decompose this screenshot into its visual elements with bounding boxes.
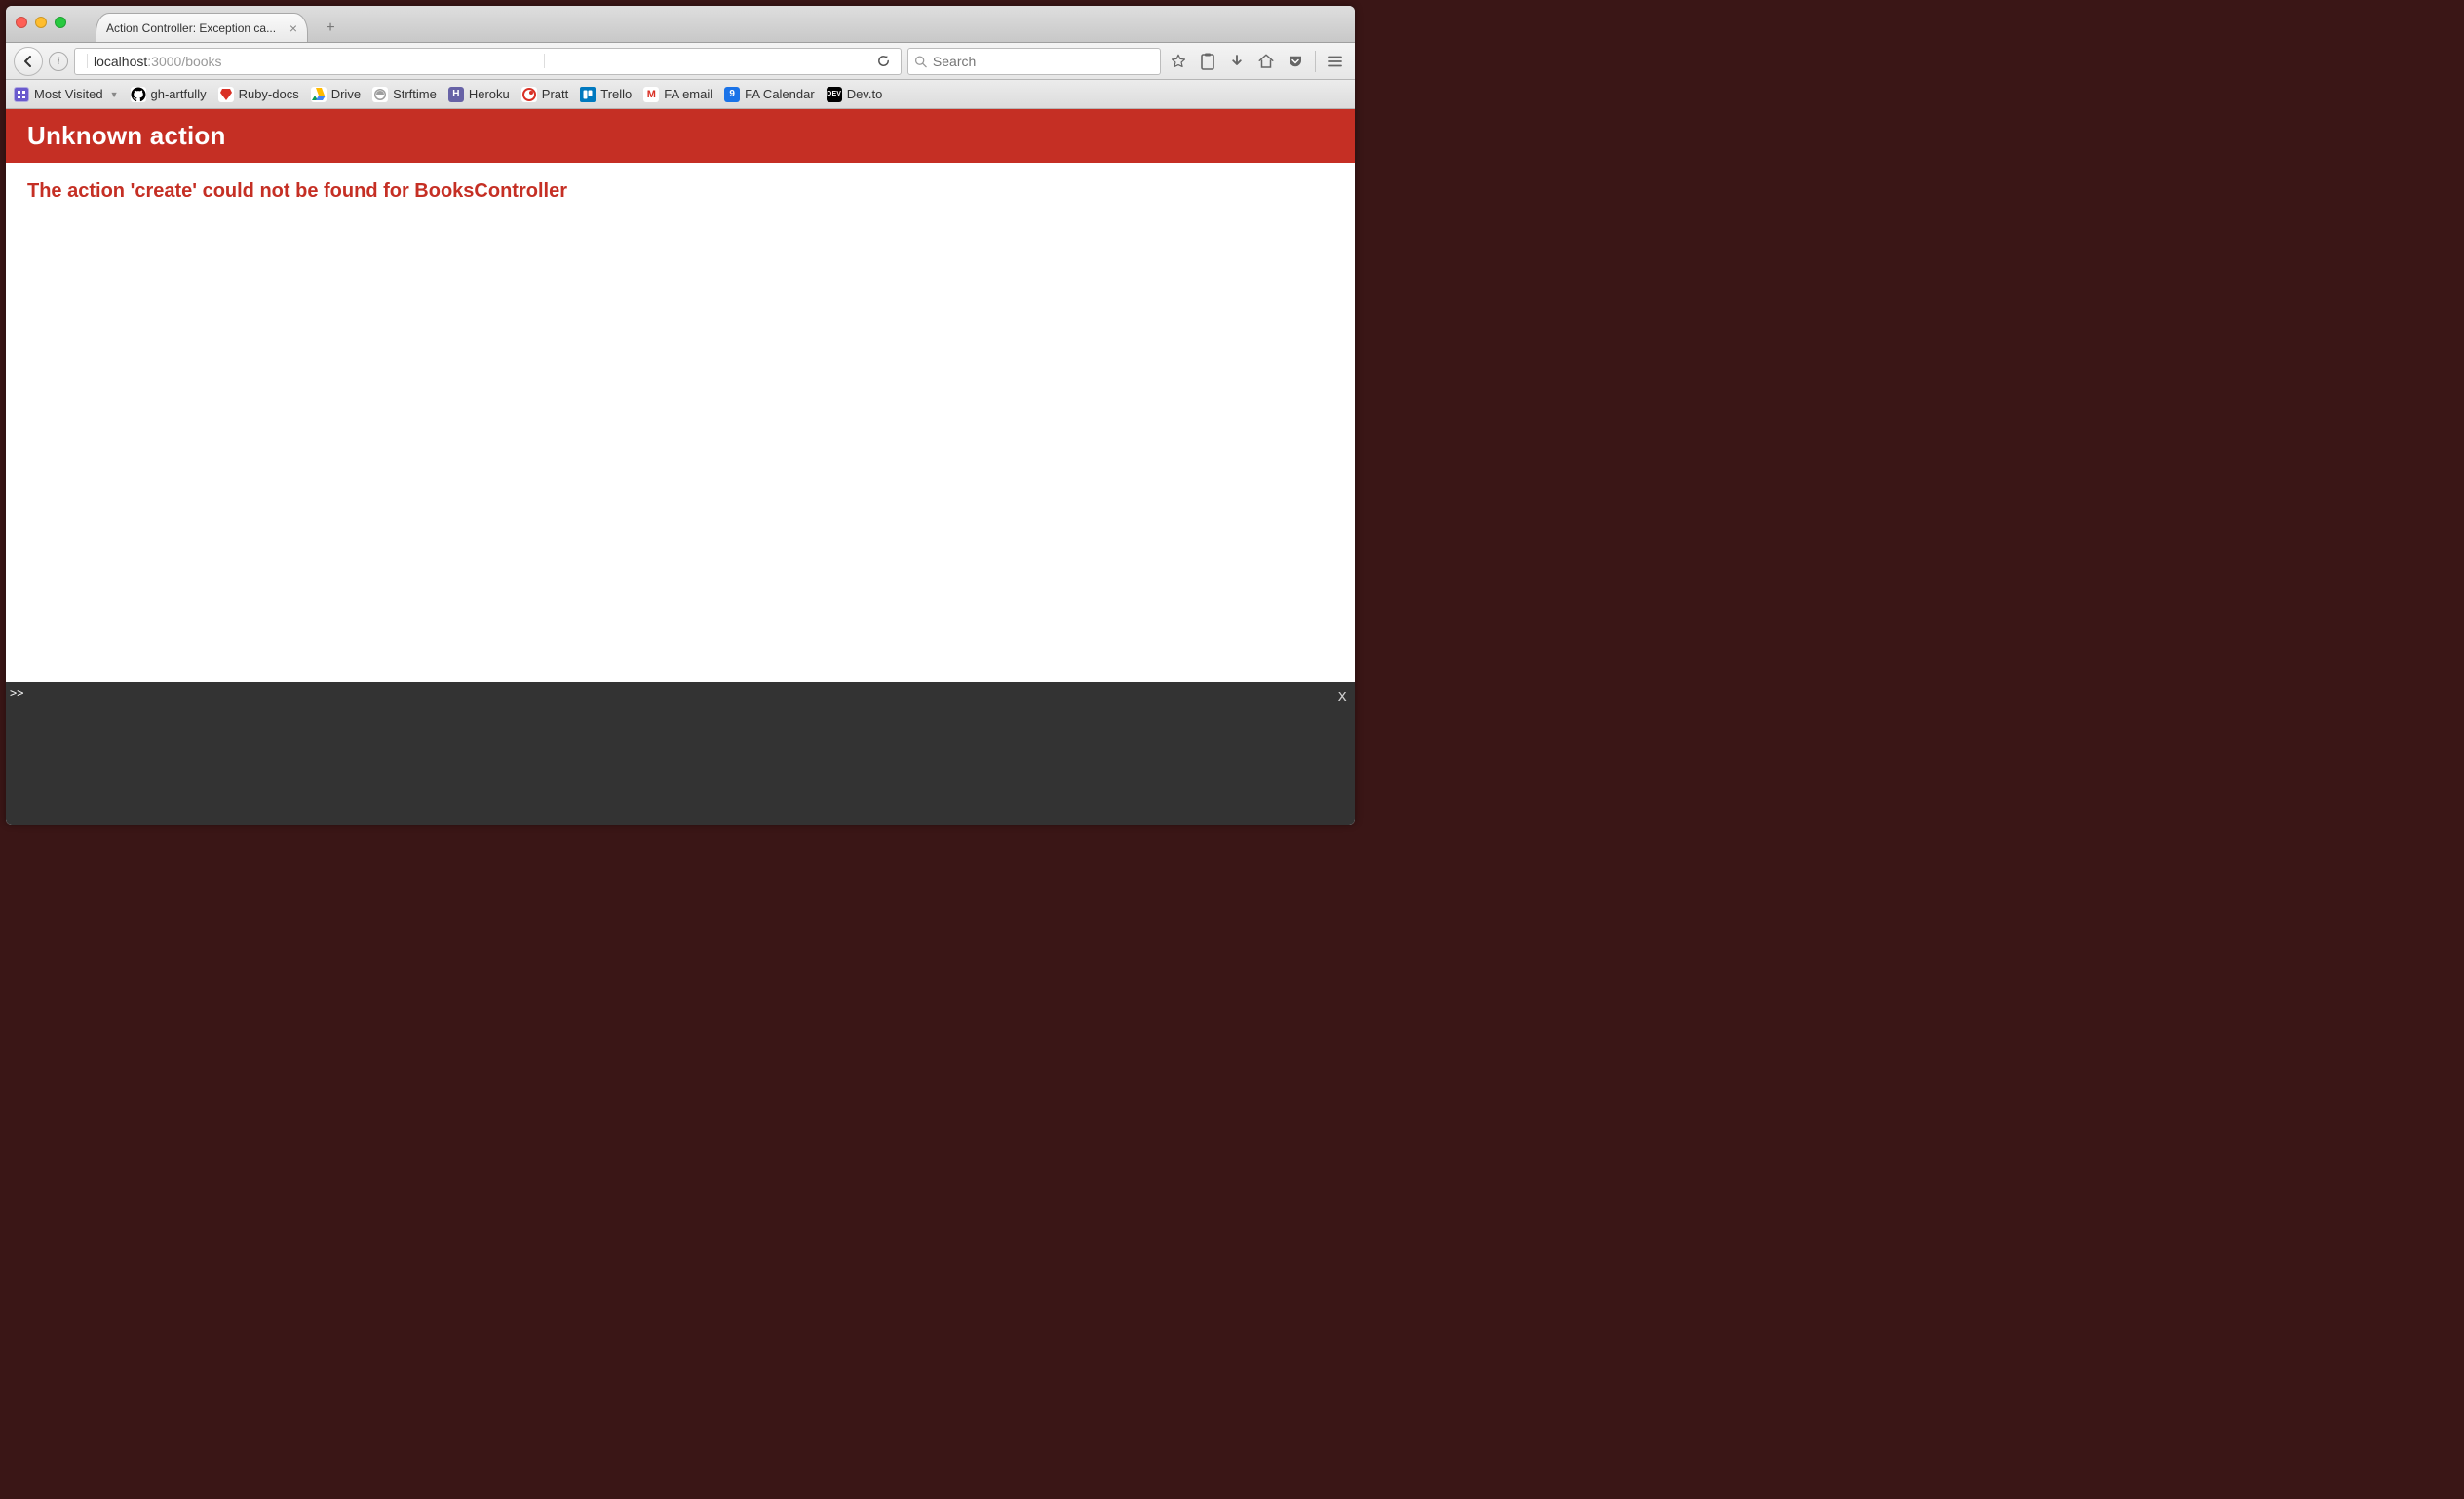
bookmark-item-ruby-docs[interactable]: Ruby-docs — [218, 87, 299, 102]
downloads-button[interactable] — [1225, 50, 1249, 73]
bookmark-item-gh-artfully[interactable]: gh-artfully — [131, 87, 207, 102]
menu-icon — [1327, 53, 1344, 70]
url-bar[interactable]: localhost:3000/books — [74, 48, 902, 75]
bookmark-label: Most Visited — [34, 87, 103, 101]
web-console[interactable]: >> x — [6, 682, 1355, 825]
browser-tab[interactable]: Action Controller: Exception ca... × — [96, 13, 308, 42]
hamburger-menu-button[interactable] — [1324, 50, 1347, 73]
bookmark-item-drive[interactable]: Drive — [311, 87, 361, 102]
bookmark-label: Drive — [331, 87, 361, 101]
bookmark-label: Pratt — [542, 87, 568, 101]
bookmark-label: Dev.to — [847, 87, 883, 101]
url-port: :3000 — [147, 54, 181, 69]
back-button[interactable] — [14, 47, 43, 76]
reload-icon — [876, 54, 891, 68]
pocket-icon — [1287, 53, 1304, 70]
bookmark-item-trello[interactable]: Trello — [580, 87, 632, 102]
home-button[interactable] — [1254, 50, 1278, 73]
chevron-down-icon: ▼ — [110, 90, 119, 99]
search-box[interactable] — [907, 48, 1161, 75]
site-info-button[interactable]: i — [49, 52, 68, 71]
search-icon — [914, 55, 927, 68]
error-message: The action 'create' could not be found f… — [6, 163, 1355, 220]
page-content: Unknown action The action 'create' could… — [6, 109, 1355, 825]
toolbar: i localhost:3000/books — [6, 43, 1355, 80]
tab-close-button[interactable]: × — [289, 20, 297, 36]
tab-title: Action Controller: Exception ca... — [106, 21, 284, 35]
bookmark-label: gh-artfully — [151, 87, 207, 101]
window-maximize-button[interactable] — [55, 17, 66, 28]
bookmark-label: Strftime — [393, 87, 437, 101]
info-icon: i — [57, 54, 59, 68]
window-minimize-button[interactable] — [35, 17, 47, 28]
reload-button[interactable] — [872, 54, 895, 68]
bookmark-label: Ruby-docs — [239, 87, 299, 101]
star-icon — [1170, 53, 1187, 70]
browser-window: Action Controller: Exception ca... × + i… — [6, 6, 1355, 825]
home-icon — [1257, 53, 1275, 70]
titlebar: Action Controller: Exception ca... × + — [6, 6, 1355, 43]
library-button[interactable] — [1196, 50, 1219, 73]
toolbar-separator — [1315, 51, 1316, 72]
bookmark-item-fa-email[interactable]: MFA email — [643, 87, 712, 102]
bookmark-label: Trello — [600, 87, 632, 101]
arrow-left-icon — [20, 54, 36, 69]
bookmark-label: FA email — [664, 87, 712, 101]
bookmark-item-dev-to[interactable]: DEVDev.to — [827, 87, 883, 102]
url-host: localhost — [94, 54, 147, 69]
clipboard-icon — [1200, 53, 1215, 70]
new-tab-button[interactable]: + — [318, 17, 343, 40]
url-path: /books — [181, 54, 221, 69]
bookmark-item-strftime[interactable]: Strftime — [372, 87, 437, 102]
bookmark-item-most-visited[interactable]: Most Visited ▼ — [14, 87, 119, 102]
bookmark-star-button[interactable] — [1167, 50, 1190, 73]
console-close-button[interactable]: x — [1337, 686, 1347, 705]
bookmark-label: FA Calendar — [745, 87, 815, 101]
bookmarks-bar: Most Visited ▼ gh-artfully Ruby-docs Drive St… — [6, 80, 1355, 109]
bookmark-label: Heroku — [469, 87, 510, 101]
bookmark-item-fa-calendar[interactable]: 9FA Calendar — [724, 87, 815, 102]
console-prompt: >> — [10, 686, 23, 700]
window-close-button[interactable] — [16, 17, 27, 28]
error-banner: Unknown action — [6, 109, 1355, 163]
pocket-button[interactable] — [1284, 50, 1307, 73]
window-controls — [16, 17, 66, 28]
error-title: Unknown action — [27, 121, 226, 150]
search-input[interactable] — [933, 54, 1154, 69]
download-icon — [1228, 53, 1246, 70]
bookmark-item-pratt[interactable]: Pratt — [521, 87, 568, 102]
bookmark-item-heroku[interactable]: HHeroku — [448, 87, 510, 102]
